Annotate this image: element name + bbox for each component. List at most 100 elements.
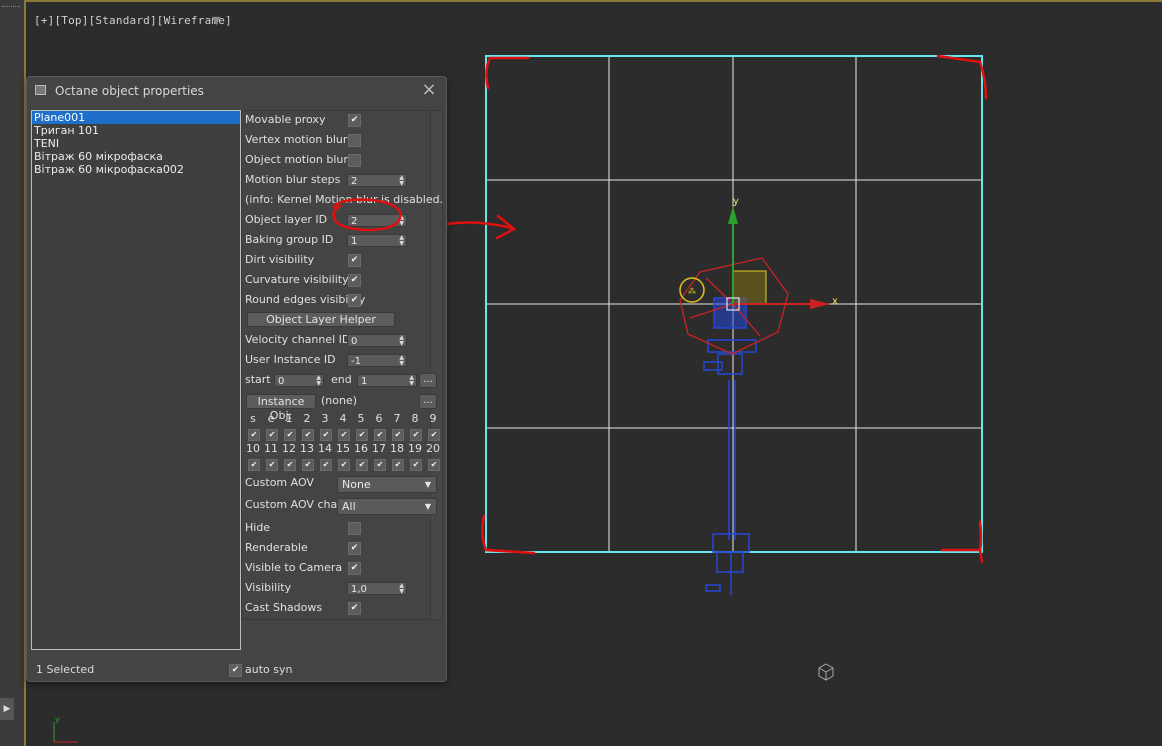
properties-scrollbar[interactable] — [430, 111, 442, 619]
spinner-arrows-icon[interactable]: ▲ ▼ — [316, 375, 321, 387]
x-axis-arrow[interactable] — [810, 299, 830, 309]
hide-checkbox[interactable] — [348, 522, 361, 535]
list-item[interactable]: Plane001 — [32, 111, 240, 124]
visible-to-camera-label: Visible to Camera — [245, 561, 343, 574]
user-instance-id-spinner[interactable]: -1 ▲ ▼ — [347, 354, 407, 367]
list-item[interactable]: Вітраж 60 мікрофаска — [32, 150, 240, 163]
channel-checkbox[interactable]: ✔ — [302, 429, 314, 441]
custom-aov-select[interactable]: None ▼ — [337, 476, 437, 493]
renderable-label: Renderable — [245, 541, 308, 554]
spinner-value: 1 — [351, 236, 358, 247]
channel-label: 4 — [339, 412, 347, 425]
spinner-value: 1,0 — [351, 584, 367, 595]
list-item[interactable]: TENI — [32, 137, 240, 150]
channel-checkbox[interactable]: ✔ — [248, 429, 260, 441]
channel-checkbox[interactable]: ✔ — [284, 459, 296, 471]
list-item[interactable]: Вітраж 60 мікрофаска002 — [32, 163, 240, 176]
channel-checkbox[interactable]: ✔ — [320, 429, 332, 441]
channel-checkbox[interactable]: ✔ — [302, 459, 314, 471]
movable-proxy-checkbox[interactable]: ✔ — [348, 114, 361, 127]
channel-label: 6 — [375, 412, 383, 425]
channel-checkbox[interactable]: ✔ — [356, 459, 368, 471]
list-item[interactable]: Триган 101 — [32, 124, 240, 137]
spinner-value: 0 — [351, 336, 358, 347]
channel-checkbox[interactable]: ✔ — [410, 459, 422, 471]
channel-label: s — [250, 412, 256, 425]
spinner-arrows-icon[interactable]: ▲ ▼ — [399, 235, 404, 247]
channel-label: 14 — [318, 442, 332, 455]
velocity-channel-id-spinner[interactable]: 0 ▲ ▼ — [347, 334, 407, 347]
velocity-channel-id-label: Velocity channel ID — [245, 333, 351, 346]
dirt-visibility-label: Dirt visibility — [245, 253, 315, 266]
instance-obj-button[interactable]: Instance Obj: — [246, 394, 316, 422]
chevron-down-icon: ▼ — [424, 502, 431, 511]
selection-count: 1 Selected — [36, 663, 95, 676]
spinner-arrows-icon[interactable]: ▲ ▼ — [399, 175, 404, 187]
object-layer-id-spinner[interactable]: 2 ▲ ▼ — [347, 214, 407, 227]
spinner-arrows-icon[interactable]: ▲ ▼ — [409, 375, 414, 387]
channel-label: 10 — [246, 442, 260, 455]
object-motion-blur-checkbox[interactable] — [348, 154, 361, 167]
dirt-visibility-checkbox[interactable]: ✔ — [348, 254, 361, 267]
channel-checkbox[interactable]: ✔ — [248, 459, 260, 471]
instance-obj-more-button[interactable]: ... — [419, 394, 437, 409]
channel-checkbox[interactable]: ✔ — [338, 459, 350, 471]
spinner-arrows-icon[interactable]: ▲ ▼ — [399, 583, 404, 595]
channel-checkbox[interactable]: ✔ — [284, 429, 296, 441]
channel-checkbox[interactable]: ✔ — [266, 459, 278, 471]
channel-label: 18 — [390, 442, 404, 455]
channel-checkbox[interactable]: ✔ — [392, 459, 404, 471]
properties-panel[interactable]: Movable proxy ✔ Vertex motion blur Objec… — [241, 110, 443, 620]
close-icon[interactable]: × — [420, 81, 438, 99]
channel-label: 5 — [357, 412, 365, 425]
channel-checkbox[interactable]: ✔ — [374, 429, 386, 441]
channel-label: 9 — [429, 412, 437, 425]
corner-mark — [940, 520, 984, 564]
channel-checkbox[interactable]: ✔ — [392, 429, 404, 441]
baking-group-id-spinner[interactable]: 1 ▲ ▼ — [347, 234, 407, 247]
visibility-spinner[interactable]: 1,0 ▲ ▼ — [347, 582, 407, 595]
corner-mark — [485, 56, 530, 90]
time-range-more-button[interactable]: ... — [419, 373, 437, 388]
start-label: start — [245, 373, 271, 386]
curvature-visibility-checkbox[interactable]: ✔ — [348, 274, 361, 287]
object-layer-helper-button[interactable]: Object Layer Helper — [247, 312, 395, 327]
channel-checkbox[interactable]: ✔ — [266, 429, 278, 441]
start-spinner[interactable]: 0 ▲ ▼ — [274, 374, 324, 387]
spinner-arrows-icon[interactable]: ▲ ▼ — [399, 215, 404, 227]
custom-aov-channel-select[interactable]: All ▼ — [337, 498, 437, 515]
auto-syn-label: auto syn — [245, 663, 293, 676]
y-axis-arrow[interactable] — [728, 206, 738, 224]
octane-object-properties-dialog[interactable]: Octane object properties × Plane001 Триг… — [26, 76, 447, 682]
viewcube-icon[interactable] — [818, 663, 834, 681]
round-edges-visibility-checkbox[interactable]: ✔ — [348, 294, 361, 307]
dialog-titlebar[interactable]: Octane object properties × — [27, 77, 446, 105]
spinner-arrows-icon[interactable]: ▲ ▼ — [399, 335, 404, 347]
auto-syn-checkbox[interactable]: ✔ — [229, 664, 242, 677]
channel-checkbox[interactable]: ✔ — [320, 459, 332, 471]
channel-checkbox[interactable]: ✔ — [428, 459, 440, 471]
channel-label: 20 — [426, 442, 440, 455]
visible-to-camera-checkbox[interactable]: ✔ — [348, 562, 361, 575]
spinner-value: 0 — [278, 376, 285, 387]
end-spinner[interactable]: 1 ▲ ▼ — [357, 374, 417, 387]
window-icon — [35, 85, 46, 95]
object-wireframe[interactable] — [703, 297, 757, 595]
channel-label: 3 — [321, 412, 329, 425]
custom-aov-label: Custom AOV — [245, 476, 314, 489]
vertex-motion-blur-checkbox[interactable] — [348, 134, 361, 147]
motion-blur-steps-spinner[interactable]: 2 ▲ ▼ — [347, 174, 407, 187]
spinner-arrows-icon[interactable]: ▲ ▼ — [399, 355, 404, 367]
channel-checkbox[interactable]: ✔ — [428, 429, 440, 441]
channel-checkbox[interactable]: ✔ — [374, 459, 386, 471]
spinner-value: 1 — [361, 376, 368, 387]
cast-shadows-checkbox[interactable]: ✔ — [348, 602, 361, 615]
channel-checkbox[interactable]: ✔ — [356, 429, 368, 441]
channel-checkbox[interactable]: ✔ — [410, 429, 422, 441]
renderable-checkbox[interactable]: ✔ — [348, 542, 361, 555]
curvature-visibility-label: Curvature visibility — [245, 273, 349, 286]
object-list[interactable]: Plane001 Триган 101 TENI Вітраж 60 мікро… — [31, 110, 241, 650]
spinner-value: 2 — [351, 176, 358, 187]
channel-checkbox[interactable]: ✔ — [338, 429, 350, 441]
pivot-square[interactable] — [732, 270, 767, 305]
